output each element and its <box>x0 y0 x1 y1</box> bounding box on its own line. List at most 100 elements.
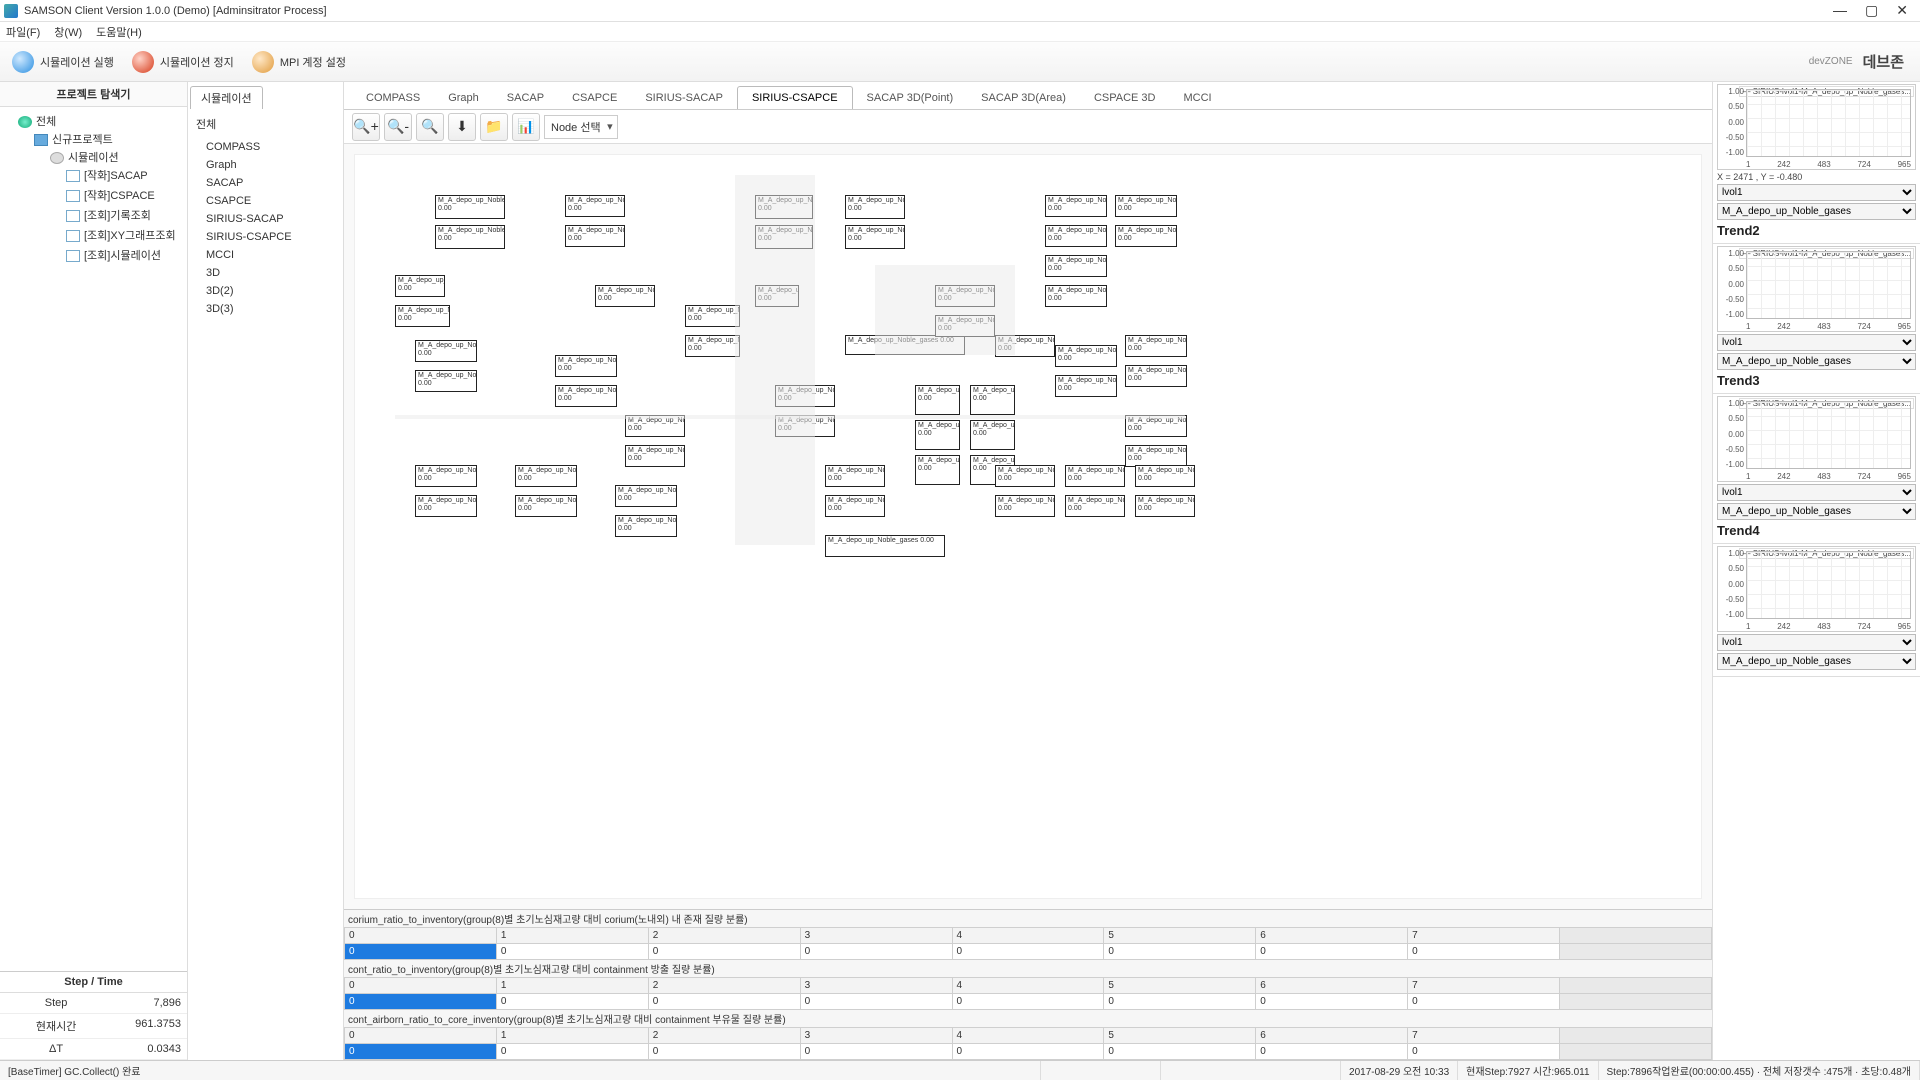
simlist-item[interactable]: CSAPCE <box>204 192 335 210</box>
grid-cell[interactable]: 0 <box>1408 994 1560 1010</box>
diagram-node[interactable]: M_A_depo_up_Noble_gases 0.00 <box>565 195 625 217</box>
diagram-node[interactable]: M_A_depo_up_Noble_gases 0.00 <box>595 285 655 307</box>
diagram-node[interactable]: M_A_depo_up_Noble_gases 0.00 <box>555 355 617 377</box>
grid-cell[interactable]: 0 <box>648 1044 800 1060</box>
diagram-node[interactable]: M_A_depo_up_Noble_gases 0.00 <box>970 385 1015 415</box>
zoom-fit-button[interactable]: 🔍 <box>416 113 444 141</box>
diagram-node[interactable]: M_A_depo_up_Noble_gases 0.00 <box>915 420 960 450</box>
diagram-node[interactable]: M_A_depo_up_Noble_gases 0.00 <box>415 465 477 487</box>
tree-item[interactable]: [조회]XY그래프조회 <box>66 225 185 245</box>
diagram-area[interactable]: M_A_depo_up_Noble_gases 0.00 M_A_depo_up_… <box>344 144 1712 909</box>
trend-select-vol[interactable]: lvol1 <box>1717 334 1916 351</box>
data-grid[interactable]: 0123456700000000 <box>344 1027 1712 1060</box>
grid-cell[interactable]: 0 <box>800 994 952 1010</box>
diagram-node[interactable]: M_A_depo_up_Noble_gases 0.00 <box>435 195 505 219</box>
grid-cell[interactable]: 0 <box>1408 1044 1560 1060</box>
diagram-node[interactable]: M_A_depo_up_Noble_gases 0.00 <box>1125 365 1187 387</box>
open-folder-button[interactable]: 📁 <box>480 113 508 141</box>
grid-cell[interactable]: 0 <box>496 994 648 1010</box>
data-grid[interactable]: 0123456700000000 <box>344 977 1712 1010</box>
diagram-node[interactable]: M_A_depo_up_Noble_gases 0.00 <box>565 225 625 247</box>
diagram-node[interactable]: M_A_depo_up_Noble_gases 0.00 <box>1125 335 1187 357</box>
main-tab[interactable]: Graph <box>434 87 493 109</box>
diagram-node[interactable]: M_A_depo_up_Noble_gases 0.00 <box>970 420 1015 450</box>
simlist-item[interactable]: 3D(3) <box>204 300 335 318</box>
grid-cell[interactable]: 0 <box>1256 994 1408 1010</box>
trend-chart[interactable]: — SIRIUS-lvol1-M_A_depo_up_Noble_gases..… <box>1717 396 1916 482</box>
simlist-item[interactable]: SACAP <box>204 174 335 192</box>
diagram-node[interactable]: M_A_depo_up_Noble_gases 0.00 <box>1045 195 1107 217</box>
trend-chart[interactable]: — SIRIUS-lvol1-M_A_depo_up_Noble_gases..… <box>1717 84 1916 170</box>
trend-select-vol[interactable]: lvol1 <box>1717 184 1916 201</box>
diagram-node[interactable]: M_A_depo_up_Noble_gases 0.00 <box>395 275 445 297</box>
diagram-node[interactable]: M_A_depo_up_Noble_gases 0.00 <box>615 515 677 537</box>
grid-cell[interactable]: 0 <box>1104 994 1256 1010</box>
diagram-node[interactable]: M_A_depo_up_Noble_gases 0.00 <box>1045 225 1107 247</box>
tree-item[interactable]: [작화]CSPACE <box>66 185 185 205</box>
minimize-button[interactable]: — <box>1833 2 1847 19</box>
main-tab[interactable]: SACAP 3D(Point) <box>853 87 968 109</box>
diagram-node[interactable]: M_A_depo_up_Noble_gases 0.00 <box>915 385 960 415</box>
tree-project[interactable]: 신규프로젝트 시뮬레이션 [작화]SACAP[작화]CSPACE[조회]기록조회… <box>34 129 185 269</box>
trend-chart[interactable]: — SIRIUS-lvol1-M_A_depo_up_Noble_gases..… <box>1717 546 1916 632</box>
diagram-node[interactable]: M_A_depo_up_Noble_gases 0.00 <box>1135 465 1195 487</box>
chart-button[interactable]: 📊 <box>512 113 540 141</box>
diagram-node[interactable]: M_A_depo_up_Noble_gases 0.00 <box>1045 255 1107 277</box>
trend-chart[interactable]: — SIRIUS-lvol1-M_A_depo_up_Noble_gases..… <box>1717 246 1916 332</box>
grid-cell[interactable]: 0 <box>1104 1044 1256 1060</box>
diagram-node[interactable]: M_A_depo_up_Noble_gases 0.00 <box>625 445 685 467</box>
grid-cell[interactable]: 0 <box>648 944 800 960</box>
diagram-node[interactable]: M_A_depo_up_Noble_gases 0.00 <box>415 340 477 362</box>
grid-cell-highlight[interactable]: 0 <box>345 944 497 960</box>
diagram-node[interactable]: M_A_depo_up_Noble_gases 0.00 <box>415 495 477 517</box>
trend-select-vol[interactable]: lvol1 <box>1717 634 1916 651</box>
diagram-node[interactable]: M_A_depo_up_Noble_gases 0.00 <box>1055 345 1117 367</box>
main-tab[interactable]: COMPASS <box>352 87 434 109</box>
simlist-item[interactable]: 3D <box>204 264 335 282</box>
diagram-node[interactable]: M_A_depo_up_Noble_gases 0.00 <box>1115 195 1177 217</box>
diagram-node[interactable]: M_A_depo_up_Noble_gases 0.00 <box>1115 225 1177 247</box>
stop-simulation-button[interactable]: 시뮬레이션 정지 <box>126 48 240 76</box>
diagram-node[interactable]: M_A_depo_up_Noble_gases 0.00 <box>515 465 577 487</box>
grid-cell[interactable]: 0 <box>496 944 648 960</box>
diagram-node[interactable]: M_A_depo_up_Noble_gases 0.00 <box>435 225 505 249</box>
diagram-node[interactable]: M_A_depo_up_Noble_gases 0.00 <box>415 370 477 392</box>
grid-cell[interactable]: 0 <box>648 994 800 1010</box>
main-tab[interactable]: SACAP 3D(Area) <box>967 87 1080 109</box>
simlist-item[interactable]: COMPASS <box>204 138 335 156</box>
menu-help[interactable]: 도움말(H) <box>96 24 142 40</box>
node-select-dropdown[interactable]: Node 선택 <box>544 115 618 139</box>
mpi-settings-button[interactable]: MPI 계정 설정 <box>246 48 352 76</box>
grid-cell[interactable]: 0 <box>1104 944 1256 960</box>
grid-cell-highlight[interactable]: 0 <box>345 1044 497 1060</box>
trend-select-vol[interactable]: lvol1 <box>1717 484 1916 501</box>
close-button[interactable]: ✕ <box>1896 2 1908 19</box>
menu-window[interactable]: 창(W) <box>54 24 82 40</box>
trend-select-var[interactable]: M_A_depo_up_Noble_gases <box>1717 203 1916 220</box>
diagram-node[interactable]: M_A_depo_up_Noble_gases 0.00 <box>555 385 617 407</box>
diagram-node[interactable]: M_A_depo_up_Noble_gases 0.00 <box>845 225 905 249</box>
tree-item[interactable]: [작화]SACAP <box>66 165 185 185</box>
grid-cell-highlight[interactable]: 0 <box>345 994 497 1010</box>
grid-cell[interactable]: 0 <box>1256 944 1408 960</box>
diagram-node[interactable]: M_A_depo_up_Noble_gases 0.00 <box>995 495 1055 517</box>
diagram-node[interactable]: M_A_depo_up_Noble_gases 0.00 <box>825 465 885 487</box>
diagram-node[interactable]: M_A_depo_up_Noble_gases 0.00 <box>1125 445 1187 467</box>
diagram-node[interactable]: M_A_depo_up_Noble_gases 0.00 <box>1135 495 1195 517</box>
simlist-item[interactable]: 3D(2) <box>204 282 335 300</box>
diagram-node[interactable]: M_A_depo_up_Noble_gases 0.00 <box>825 535 945 557</box>
simlist-item[interactable]: SIRIUS-SACAP <box>204 210 335 228</box>
diagram-node[interactable]: M_A_depo_up_Noble_gases 0.00 <box>1055 375 1117 397</box>
diagram-node[interactable]: M_A_depo_up_Noble_gases 0.00 <box>1065 465 1125 487</box>
simlist-item[interactable]: Graph <box>204 156 335 174</box>
diagram-node[interactable]: M_A_depo_up_Noble_gases 0.00 <box>915 455 960 485</box>
diagram-node[interactable]: M_A_depo_up_Noble_gases 0.00 <box>615 485 677 507</box>
main-tab[interactable]: SACAP <box>493 87 558 109</box>
grid-cell[interactable]: 0 <box>800 1044 952 1060</box>
tree-root[interactable]: 전체 신규프로젝트 시뮬레이션 [작화]SACAP[작화]CSPACE[조회]기… <box>18 111 185 271</box>
simlist-item[interactable]: MCCI <box>204 246 335 264</box>
trend-select-var[interactable]: M_A_depo_up_Noble_gases <box>1717 503 1916 520</box>
run-simulation-button[interactable]: 시뮬레이션 실행 <box>6 48 120 76</box>
menu-file[interactable]: 파일(F) <box>6 24 40 40</box>
main-tab[interactable]: CSPACE 3D <box>1080 87 1170 109</box>
